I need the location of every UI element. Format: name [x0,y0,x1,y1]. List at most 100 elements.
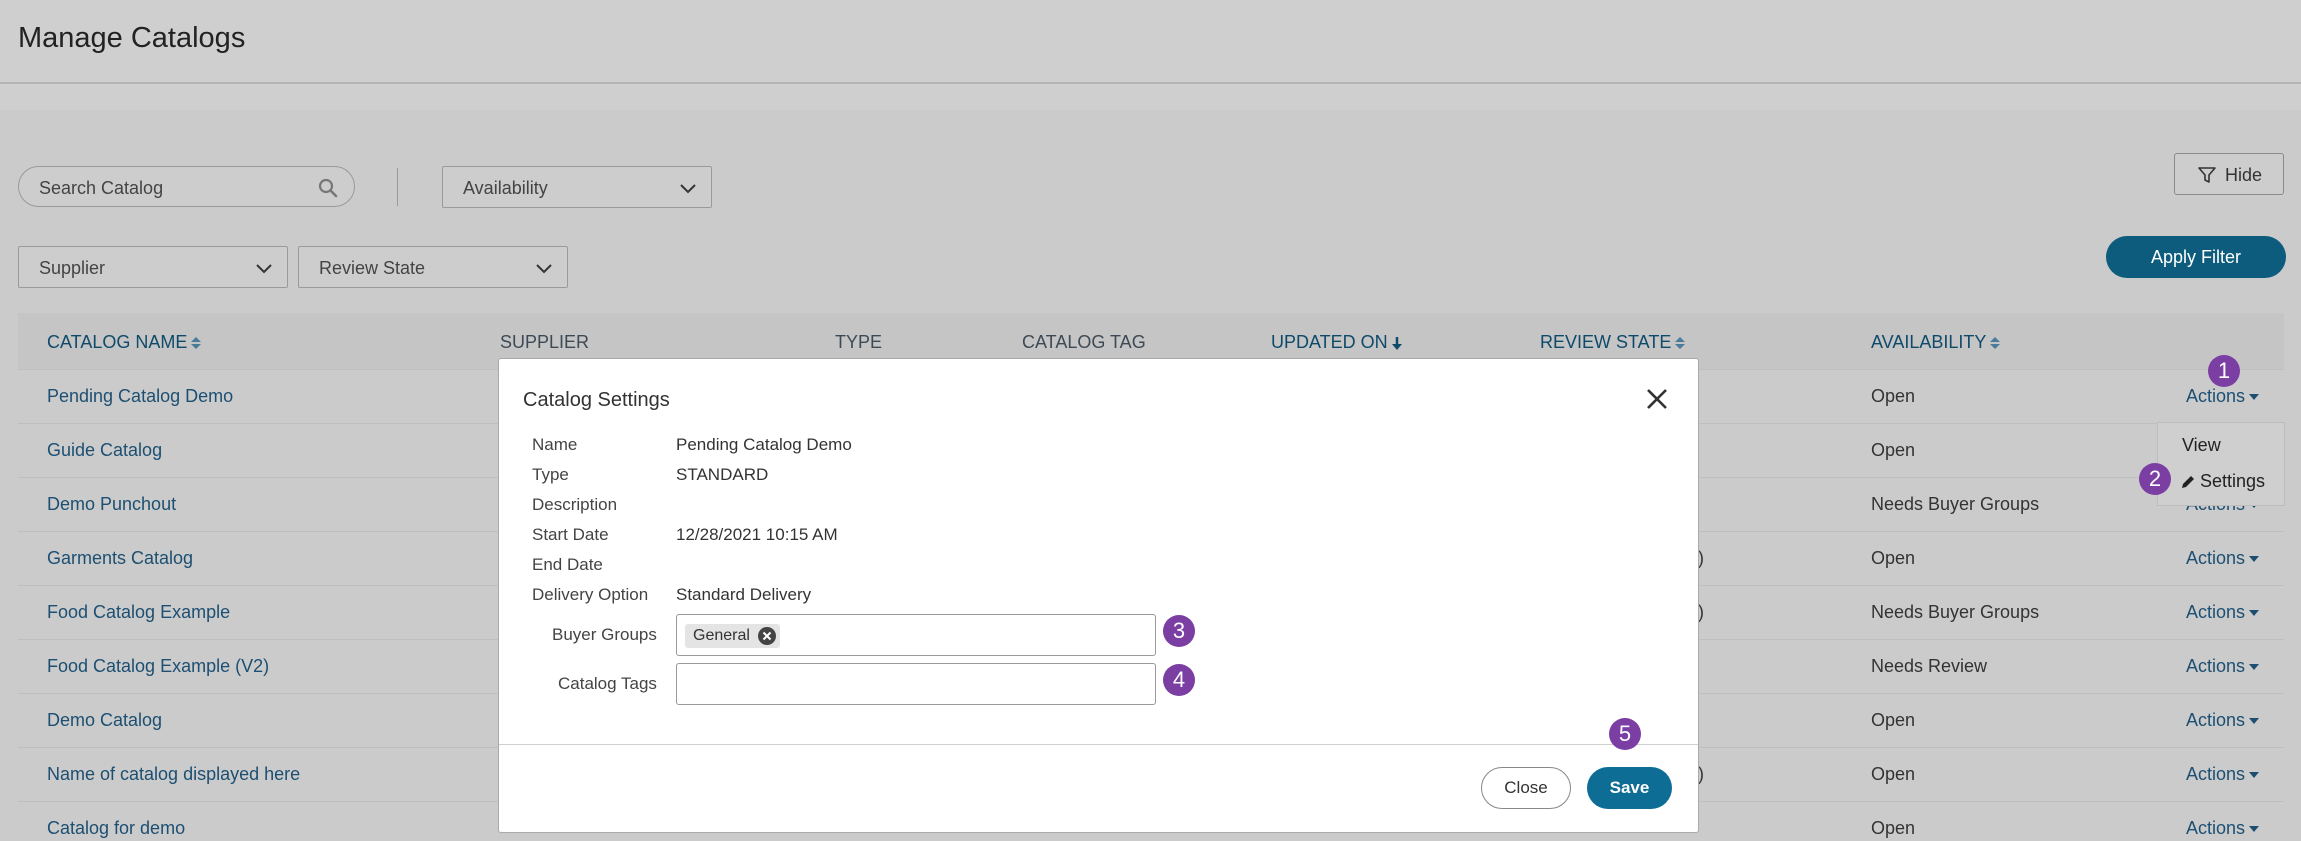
step-badge-4: 4 [1163,664,1195,696]
column-header-label: UPDATED ON [1271,332,1388,352]
actions-label: Actions [2186,710,2246,730]
catalog-tags-input[interactable] [676,663,1156,705]
step-badge-2: 2 [2139,463,2171,495]
field-label-delivery-option: Delivery Option [532,585,649,604]
catalog-name-link[interactable]: Demo Catalog [47,710,162,731]
supplier-select-label: Supplier [39,258,106,278]
column-header-label: REVIEW STATE [1540,332,1672,352]
availability-select-label: Availability [463,178,548,198]
buyer-groups-label: Buyer Groups [552,625,657,644]
availability-cell: Open [1871,440,1916,460]
menu-item-settings-label: Settings [2200,471,2266,491]
actions-menu-button[interactable]: Actions [2186,548,2260,569]
pencil-icon [2182,476,2194,489]
buyer-group-tag-label: General [693,627,750,644]
actions-dropdown-menu: View Settings [2157,422,2285,506]
chevron-down-icon [256,264,272,274]
caret-down-icon [2249,772,2260,779]
close-icon[interactable] [1645,387,1669,411]
column-header-updated-on[interactable]: UPDATED ON [1271,332,1403,353]
actions-menu-button[interactable]: Actions [2186,818,2260,839]
arrow-down-icon [1391,337,1402,351]
catalog-name-link[interactable]: Guide Catalog [47,440,162,461]
catalog-name-link[interactable]: Food Catalog Example (V2) [47,656,269,677]
availability-cell: Open [1871,386,1916,406]
supplier-select[interactable]: Supplier [18,246,288,288]
step-badge-1: 1 [2208,355,2240,387]
availability-cell: Needs Buyer Groups [1871,602,2040,622]
availability-cell: Needs Review [1871,656,1988,676]
catalog-tags-label: Catalog Tags [558,674,657,693]
field-label-end-date: End Date [532,555,603,574]
availability-cell: Needs Buyer Groups [1871,494,2040,514]
caret-down-icon [2249,610,2260,617]
search-placeholder: Search Catalog [39,178,164,198]
field-label-type: Type [532,465,569,484]
page-header: Manage Catalogs [0,0,2301,84]
apply-filter-button[interactable]: Apply Filter [2106,236,2286,278]
actions-menu-button[interactable]: Actions [2186,386,2260,407]
actions-label: Actions [2186,602,2246,622]
column-header-type: TYPE [835,332,883,352]
actions-label: Actions [2186,656,2246,676]
step-badge-3: 3 [1163,615,1195,647]
buyer-group-tag: General [685,624,780,648]
actions-label: Actions [2186,764,2246,784]
availability-select[interactable]: Availability [442,166,712,208]
field-label-name: Name [532,435,578,454]
field-value-type: STANDARD [676,465,769,484]
actions-menu-button[interactable]: Actions [2186,764,2260,785]
column-header-availability[interactable]: AVAILABILITY [1871,332,2001,353]
availability-cell: Open [1871,818,1916,838]
catalog-name-link[interactable]: Pending Catalog Demo [47,386,233,407]
availability-cell: Open [1871,548,1916,568]
search-input[interactable]: Search Catalog [18,166,355,207]
actions-label: Actions [2186,386,2246,406]
filter-divider [397,168,398,206]
column-header-review-state[interactable]: REVIEW STATE [1540,332,1686,353]
column-header-catalog-name[interactable]: CATALOG NAME [47,332,202,353]
sort-icon [1675,337,1686,350]
search-icon[interactable] [318,178,338,198]
field-label-description: Description [532,495,618,514]
modal-footer-divider [499,744,1698,745]
menu-item-view[interactable]: View [2182,435,2221,456]
availability-cell: Open [1871,764,1916,784]
hide-filters-label: Hide [2225,165,2263,185]
actions-menu-button[interactable]: Actions [2186,656,2260,677]
actions-label: Actions [2186,818,2246,838]
actions-menu-button[interactable]: Actions [2186,710,2260,731]
catalog-name-link[interactable]: Catalog for demo [47,818,185,839]
catalog-name-link[interactable]: Garments Catalog [47,548,193,569]
sort-icon [191,337,202,350]
field-value-start-date: 12/28/2021 10:15 AM [676,525,838,544]
hide-filters-button[interactable]: Hide [2174,153,2284,195]
save-button[interactable]: Save [1587,767,1672,809]
chevron-down-icon [680,184,696,194]
close-button[interactable]: Close [1481,767,1571,809]
catalog-name-link[interactable]: Food Catalog Example [47,602,230,623]
step-badge-5: 5 [1609,718,1641,750]
page-title: Manage Catalogs [18,22,246,54]
caret-down-icon [2249,718,2260,725]
actions-label: Actions [2186,548,2246,568]
chevron-down-icon [536,264,552,274]
caret-down-icon [2249,556,2260,563]
catalog-name-link[interactable]: Name of catalog displayed here [47,764,300,785]
field-value-delivery-option: Standard Delivery [676,585,812,604]
sort-icon [1990,337,2001,350]
column-header-catalog-tag: CATALOG TAG [1022,332,1146,352]
review-state-select-label: Review State [319,258,426,278]
filter-icon [2198,167,2216,183]
menu-item-settings[interactable]: Settings [2180,471,2265,492]
modal-title: Catalog Settings [523,389,670,411]
column-header-supplier: SUPPLIER [500,332,590,352]
field-label-start-date: Start Date [532,525,609,544]
review-state-select[interactable]: Review State [298,246,568,288]
catalog-name-link[interactable]: Demo Punchout [47,494,176,515]
remove-tag-icon[interactable] [757,627,776,645]
actions-menu-button[interactable]: Actions [2186,602,2260,623]
caret-down-icon [2249,394,2260,401]
caret-down-icon [2249,826,2260,833]
buyer-groups-input[interactable]: General [676,614,1156,656]
